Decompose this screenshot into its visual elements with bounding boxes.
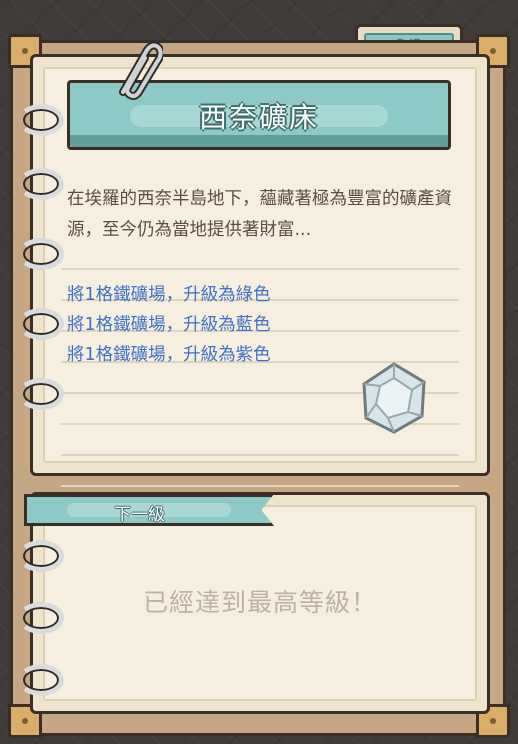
binder-ring-icon (18, 238, 64, 270)
upgrade-line-blue: 將1格鐵礦場，升級為藍色 (67, 315, 271, 335)
upgrade-line-green: 將1格鐵礦場，升級為綠色 (67, 285, 271, 305)
upgrade-line-purple: 將1格鐵礦場，升級為紫色 (67, 345, 271, 365)
next-level-banner: 下一級 (24, 494, 274, 526)
binder-ring-icon (18, 664, 64, 696)
binder-ring-icon (18, 378, 64, 410)
gem-icon (362, 362, 426, 434)
binder-ring-icon (18, 540, 64, 572)
binder-ring-icon (18, 308, 64, 340)
page-title: 西奈礦床 (198, 101, 319, 134)
binder-ring-icon (18, 104, 64, 136)
description-text: 在埃羅的西奈半島地下，蘊藏著極為豐富的礦產資源，至今仍為當地提供著財富... (67, 189, 452, 240)
next-level-label: 下一級 (114, 505, 165, 525)
paperclip-icon (119, 41, 163, 100)
banner-shade (70, 135, 448, 147)
binder-ring-icon (18, 168, 64, 200)
max-level-message: 已經達到最高等級！ (142, 588, 377, 617)
